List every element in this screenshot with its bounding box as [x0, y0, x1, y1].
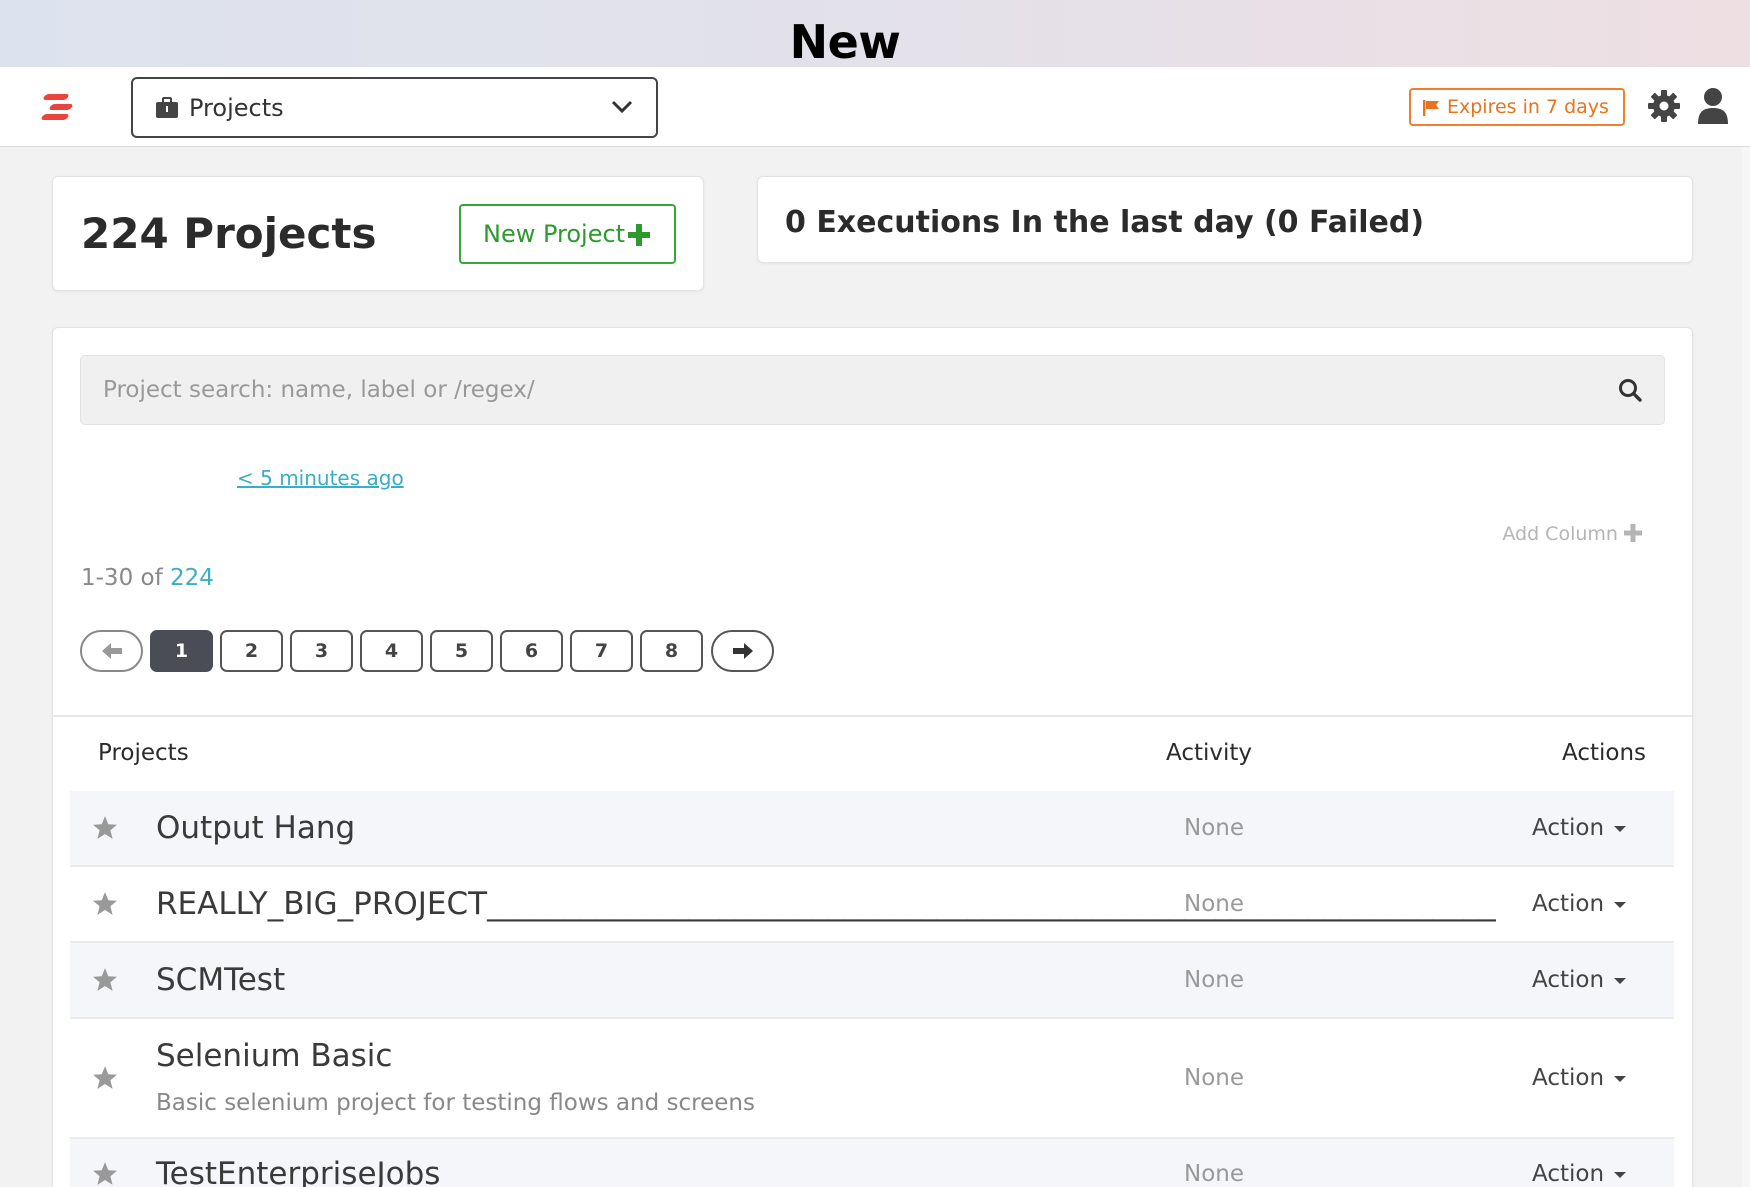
- action-dropdown[interactable]: Action: [1532, 967, 1627, 993]
- plus-icon: [628, 224, 650, 246]
- project-name-link[interactable]: SCMTest: [156, 962, 285, 998]
- page-button-2[interactable]: 2: [220, 630, 283, 672]
- project-row[interactable]: Selenium Basic Basic selenium project fo…: [70, 1019, 1674, 1139]
- action-dropdown[interactable]: Action: [1532, 891, 1627, 917]
- plus-icon: [1624, 524, 1642, 542]
- top-banner: New: [0, 0, 1750, 69]
- caret-down-icon: [1614, 977, 1627, 984]
- user-icon[interactable]: [1697, 87, 1729, 125]
- project-count-card: 224 Projects New Project: [52, 176, 704, 291]
- action-label: Action: [1532, 1065, 1605, 1091]
- activity-value: None: [1184, 891, 1245, 917]
- action-dropdown[interactable]: Action: [1532, 1161, 1627, 1187]
- project-row[interactable]: SCMTest None Action: [70, 943, 1674, 1019]
- action-label: Action: [1532, 815, 1605, 841]
- arrow-right-icon: [732, 643, 753, 659]
- caret-down-icon: [1614, 1075, 1627, 1082]
- recent-activity-link[interactable]: < 5 minutes ago: [237, 466, 404, 490]
- result-range: 1-30 of 224: [81, 565, 214, 591]
- search-box: [80, 355, 1665, 425]
- scrollbar[interactable]: [1742, 147, 1750, 1187]
- caret-down-icon: [1614, 901, 1627, 908]
- project-row[interactable]: TestEnterpriseJobs None Action: [70, 1139, 1674, 1187]
- page-button-8[interactable]: 8: [640, 630, 703, 672]
- project-count: 224 Projects: [81, 209, 377, 258]
- column-header-actions: Actions: [1562, 740, 1647, 766]
- projects-panel: < 5 minutes ago Add Column 1-30 of 224 1…: [52, 327, 1693, 1187]
- activity-value: None: [1184, 1161, 1245, 1187]
- action-dropdown[interactable]: Action: [1532, 815, 1627, 841]
- flag-icon: [1423, 100, 1439, 116]
- project-row[interactable]: Output Hang None Action: [70, 791, 1674, 867]
- new-project-label: New Project: [483, 220, 626, 248]
- action-label: Action: [1532, 891, 1605, 917]
- search-icon[interactable]: [1618, 378, 1642, 402]
- caret-down-icon: [1614, 825, 1627, 832]
- add-column-button[interactable]: Add Column: [1502, 523, 1642, 545]
- star-icon[interactable]: [92, 967, 118, 992]
- previous-page-button[interactable]: [80, 630, 143, 672]
- add-column-label: Add Column: [1502, 523, 1618, 545]
- activity-value: None: [1184, 815, 1245, 841]
- divider: [53, 715, 1692, 717]
- column-header-projects[interactable]: Projects: [98, 740, 189, 766]
- briefcase-icon: [156, 97, 178, 118]
- gear-icon[interactable]: [1646, 88, 1682, 124]
- column-header-activity[interactable]: Activity: [1166, 740, 1252, 766]
- project-description: Basic selenium project for testing flows…: [156, 1090, 755, 1116]
- project-name-link[interactable]: Output Hang: [156, 810, 355, 846]
- project-name-link[interactable]: TestEnterpriseJobs: [156, 1156, 440, 1187]
- project-name-link[interactable]: REALLY_BIG_PROJECT______________________…: [156, 886, 1496, 922]
- caret-down-icon: [1614, 1171, 1627, 1178]
- range-total: 224: [170, 565, 214, 591]
- new-project-button[interactable]: New Project: [459, 204, 676, 264]
- star-icon[interactable]: [92, 1161, 118, 1186]
- page-button-5[interactable]: 5: [430, 630, 493, 672]
- activity-value: None: [1184, 967, 1245, 993]
- executions-summary: 0 Executions In the last day (0 Failed): [785, 205, 1425, 240]
- star-icon[interactable]: [92, 815, 118, 840]
- page-button-4[interactable]: 4: [360, 630, 423, 672]
- page-button-1[interactable]: 1: [150, 630, 213, 672]
- expires-label: Expires in 7 days: [1447, 96, 1609, 118]
- app-logo-icon[interactable]: [38, 90, 74, 124]
- action-dropdown[interactable]: Action: [1532, 1065, 1627, 1091]
- star-icon[interactable]: [92, 891, 118, 916]
- range-label: 1-30 of: [81, 565, 163, 591]
- page-button-3[interactable]: 3: [290, 630, 353, 672]
- project-selector-label: Projects: [189, 94, 284, 122]
- action-label: Action: [1532, 1161, 1605, 1187]
- star-icon[interactable]: [92, 1065, 118, 1090]
- action-label: Action: [1532, 967, 1605, 993]
- project-search-input[interactable]: [81, 356, 1601, 424]
- navbar: Projects Expires in 7 days: [0, 67, 1750, 147]
- executions-card: 0 Executions In the last day (0 Failed): [757, 176, 1693, 263]
- page-button-7[interactable]: 7: [570, 630, 633, 672]
- page-button-6[interactable]: 6: [500, 630, 563, 672]
- chevron-down-icon: [611, 100, 633, 114]
- expires-badge[interactable]: Expires in 7 days: [1409, 88, 1625, 126]
- project-name-link[interactable]: Selenium Basic: [156, 1038, 392, 1074]
- project-row[interactable]: REALLY_BIG_PROJECT______________________…: [70, 867, 1674, 943]
- activity-value: None: [1184, 1065, 1245, 1091]
- next-page-button[interactable]: [711, 630, 774, 672]
- project-selector[interactable]: Projects: [131, 77, 658, 138]
- arrow-left-icon: [101, 643, 122, 659]
